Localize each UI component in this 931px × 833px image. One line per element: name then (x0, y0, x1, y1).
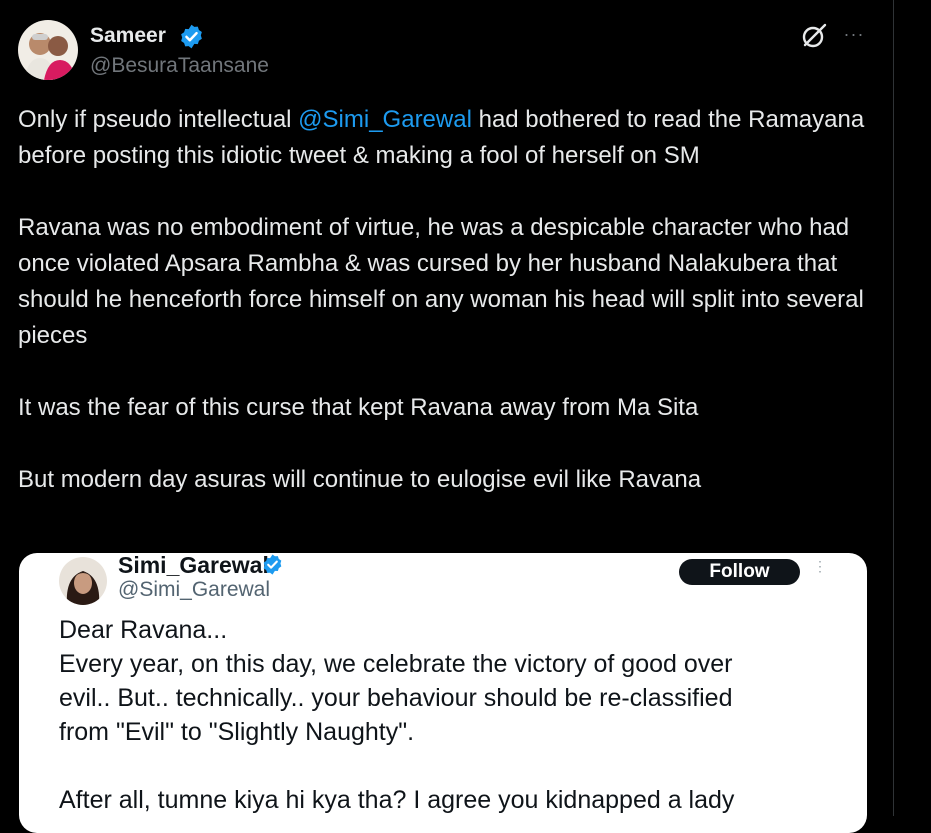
tweet-paragraph-1: Only if pseudo intellectual @Simi_Garewa… (18, 102, 878, 174)
mention-link[interactable]: @Simi_Garewal (298, 106, 472, 133)
verified-badge-icon (178, 23, 205, 50)
tweet-detail: Sameer @BesuraTaansane ··· Only if pseud… (0, 0, 931, 833)
author-name[interactable]: Sameer (90, 22, 166, 50)
embedded-name: Simi_Garewal (118, 553, 269, 578)
embedded-line: evil.. But.. technically.. your behaviou… (59, 684, 733, 712)
tweet-paragraph-4: But modern day asuras will continue to e… (18, 466, 702, 493)
tweet-paragraph-2: Ravana was no embodiment of virtue, he w… (18, 214, 864, 349)
tweet-media-image[interactable]: Simi_Garewal @Simi_Garewal Follow ⋮ Dear… (19, 553, 867, 833)
vertical-dots-icon: ⋮ (813, 558, 827, 574)
author-avatar[interactable] (18, 20, 78, 80)
column-divider (893, 0, 894, 816)
embedded-line: After all, tumne kiya hi kya tha? I agre… (59, 786, 735, 814)
embedded-tweet-text: Dear Ravana... Every year, on this day, … (59, 613, 859, 817)
embedded-verified-badge-icon (261, 553, 284, 576)
tweet-paragraph-3: It was the fear of this curse that kept … (18, 394, 699, 421)
embedded-line: from "Evil" to "Slightly Naughty". (59, 718, 415, 746)
embedded-follow-button: Follow (679, 559, 800, 585)
embedded-line: Every year, on this day, we celebrate th… (59, 650, 733, 678)
embedded-line: Dear Ravana... (59, 616, 228, 644)
tweet-text-span: Only if pseudo intellectual (18, 106, 299, 133)
embedded-handle: @Simi_Garewal (118, 578, 271, 601)
more-options-icon[interactable]: ··· (840, 22, 868, 50)
grok-icon[interactable] (800, 22, 828, 50)
embedded-avatar (59, 557, 107, 605)
tweet-body: Only if pseudo intellectual @Simi_Garewa… (18, 102, 878, 498)
author-handle[interactable]: @BesuraTaansane (90, 53, 269, 79)
